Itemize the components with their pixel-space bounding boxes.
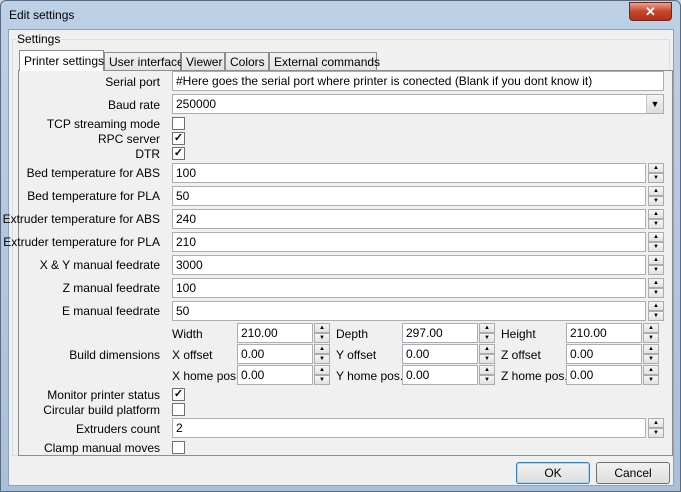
extruder-temp-pla-input[interactable]: 210 xyxy=(172,232,646,252)
serial-port-label: Serial port xyxy=(105,75,160,89)
y-offset-label: Y offset xyxy=(336,348,377,362)
depth-spinner[interactable]: ▲ ▼ xyxy=(479,323,495,343)
title-bar[interactable]: Edit settings ✕ xyxy=(1,1,680,29)
z-offset-label: Z offset xyxy=(501,348,541,362)
bed-temp-abs-label: Bed temperature for ABS xyxy=(26,166,160,180)
z-offset-spinner[interactable]: ▲ ▼ xyxy=(643,344,659,364)
close-button[interactable]: ✕ xyxy=(629,2,672,21)
circular-platform-checkbox[interactable] xyxy=(172,403,185,416)
settings-group-label: Settings xyxy=(16,32,62,46)
z-feedrate-spinner[interactable]: ▲ ▼ xyxy=(648,278,664,298)
monitor-status-checkbox[interactable]: ✓ xyxy=(172,388,185,401)
xy-feedrate-spinner[interactable]: ▲ ▼ xyxy=(648,255,664,275)
z-feedrate-label: Z manual feedrate xyxy=(62,281,160,295)
e-feedrate-spinner[interactable]: ▲ ▼ xyxy=(648,301,664,321)
extruder-temp-pla-spinner[interactable]: ▲ ▼ xyxy=(648,232,664,252)
tab-external-commands[interactable]: External commands xyxy=(269,52,380,70)
rpc-server-checkbox[interactable]: ✓ xyxy=(172,132,185,145)
ok-button[interactable]: OK xyxy=(516,462,590,484)
tab-user-interface[interactable]: User interface xyxy=(104,52,184,70)
extruders-count-input[interactable]: 2 xyxy=(172,418,646,438)
e-feedrate-input[interactable]: 50 xyxy=(172,301,646,321)
cancel-button[interactable]: Cancel xyxy=(596,462,670,484)
dtr-checkbox[interactable]: ✓ xyxy=(172,147,185,160)
bed-temp-pla-input[interactable]: 50 xyxy=(172,186,646,206)
depth-label: Depth xyxy=(336,327,369,341)
z-home-label: Z home pos. xyxy=(501,369,568,383)
extruder-temp-abs-spinner[interactable]: ▲ ▼ xyxy=(648,209,664,229)
tcp-streaming-checkbox[interactable] xyxy=(172,117,185,130)
chevron-down-icon[interactable]: ▼ xyxy=(646,95,663,113)
z-offset-input[interactable]: 0.00 xyxy=(566,344,642,364)
y-offset-spinner[interactable]: ▲ ▼ xyxy=(479,344,495,364)
rpc-server-label: RPC server xyxy=(97,132,160,146)
width-label: Width xyxy=(172,327,203,341)
dtr-label: DTR xyxy=(135,147,160,161)
baud-rate-value: 250000 xyxy=(176,97,217,111)
x-offset-input[interactable]: 0.00 xyxy=(237,344,313,364)
monitor-status-label: Monitor printer status xyxy=(47,388,160,402)
extruder-temp-pla-label: Extruder temperature for PLA xyxy=(3,235,160,249)
y-home-label: Y home pos. xyxy=(336,369,404,383)
e-feedrate-label: E manual feedrate xyxy=(61,304,160,318)
close-icon: ✕ xyxy=(645,3,656,19)
height-spinner[interactable]: ▲ ▼ xyxy=(643,323,659,343)
width-input[interactable]: 210.00 xyxy=(237,323,313,343)
extruders-count-spinner[interactable]: ▲ ▼ xyxy=(648,418,664,438)
baud-rate-select[interactable]: 250000 ▼ xyxy=(172,94,664,114)
extruder-temp-abs-input[interactable]: 240 xyxy=(172,209,646,229)
baud-rate-label: Baud rate xyxy=(107,98,160,112)
clamp-moves-checkbox[interactable] xyxy=(172,441,185,454)
bed-temp-abs-input[interactable]: 100 xyxy=(172,163,646,183)
extruders-count-label: Extruders count xyxy=(75,422,160,436)
dialog-body: Settings Printer settings User interface… xyxy=(3,29,674,486)
window-title: Edit settings xyxy=(9,8,75,22)
xy-feedrate-label: X & Y manual feedrate xyxy=(39,258,160,272)
x-offset-label: X offset xyxy=(172,348,213,362)
z-home-input[interactable]: 0.00 xyxy=(566,365,642,385)
bed-temp-abs-spinner[interactable]: ▲ ▼ xyxy=(648,163,664,183)
height-input[interactable]: 210.00 xyxy=(566,323,642,343)
x-home-spinner[interactable]: ▲ ▼ xyxy=(314,365,330,385)
y-offset-input[interactable]: 0.00 xyxy=(402,344,478,364)
height-label: Height xyxy=(501,327,536,341)
depth-input[interactable]: 297.00 xyxy=(402,323,478,343)
x-home-label: X home pos. xyxy=(172,369,240,383)
y-home-input[interactable]: 0.00 xyxy=(402,365,478,385)
circular-platform-label: Circular build platform xyxy=(43,403,160,417)
clamp-moves-label: Clamp manual moves xyxy=(43,441,160,455)
z-feedrate-input[interactable]: 100 xyxy=(172,278,646,298)
serial-port-input[interactable]: #Here goes the serial port where printer… xyxy=(172,71,664,91)
xy-feedrate-input[interactable]: 3000 xyxy=(172,255,646,275)
x-offset-spinner[interactable]: ▲ ▼ xyxy=(314,344,330,364)
bed-temp-pla-label: Bed temperature for PLA xyxy=(27,189,160,203)
tcp-streaming-label: TCP streaming mode xyxy=(46,117,160,131)
bed-temp-pla-spinner[interactable]: ▲ ▼ xyxy=(648,186,664,206)
extruder-temp-abs-label: Extruder temperature for ABS xyxy=(2,212,160,226)
build-dimensions-label: Build dimensions xyxy=(69,348,160,362)
y-home-spinner[interactable]: ▲ ▼ xyxy=(479,365,495,385)
tab-printer-settings[interactable]: Printer settings xyxy=(19,50,104,71)
z-home-spinner[interactable]: ▲ ▼ xyxy=(643,365,659,385)
edit-settings-window: Edit settings ✕ Settings Printer setting… xyxy=(0,0,681,492)
tab-viewer[interactable]: Viewer xyxy=(181,52,225,70)
width-spinner[interactable]: ▲ ▼ xyxy=(314,323,330,343)
tab-colors[interactable]: Colors xyxy=(225,52,269,70)
x-home-input[interactable]: 0.00 xyxy=(237,365,313,385)
